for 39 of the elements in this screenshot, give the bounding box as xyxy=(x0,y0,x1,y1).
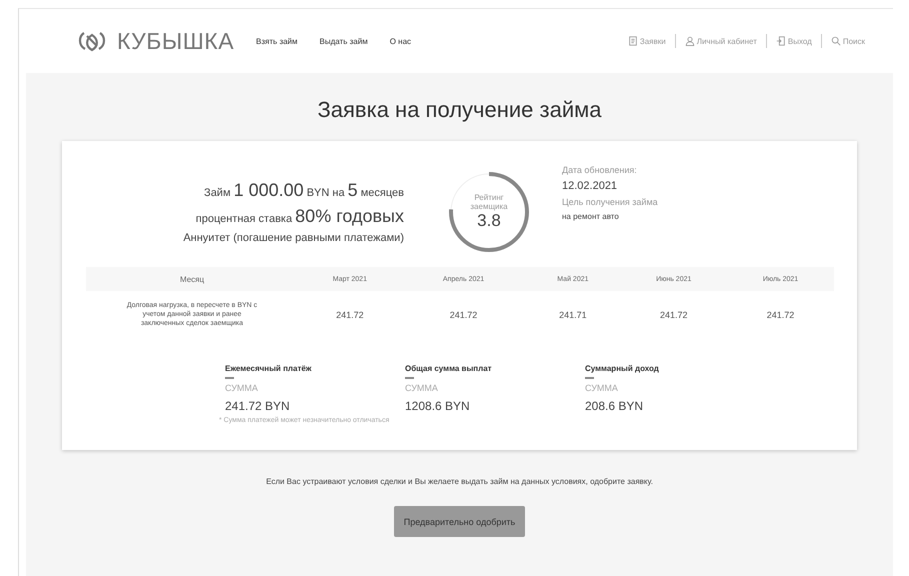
total-value: 1208.6 BYN xyxy=(405,399,471,414)
table-cell: 241.72 xyxy=(727,291,834,338)
logo-text: КУБЫШКА xyxy=(117,28,234,54)
loan-terms: процентная ставка 80% годовых xyxy=(196,206,404,227)
column-header: Месяц xyxy=(86,267,298,291)
header-link[interactable]: Личный кабинет xyxy=(684,36,757,46)
total-title: Суммарный доход xyxy=(585,364,660,374)
table-cell: 241.72 xyxy=(298,291,402,338)
header-link[interactable]: Выход xyxy=(776,36,812,46)
date-label: Дата обновления: xyxy=(562,165,638,175)
loan-purpose: на ремонт авто xyxy=(562,212,620,221)
header-link[interactable]: Заявки xyxy=(628,36,666,46)
update-date: 12.02.2021 xyxy=(562,180,618,192)
nav-link[interactable]: Выдать займ xyxy=(320,36,368,46)
rating-label: Рейтинг заемщика xyxy=(469,193,509,211)
page-title: Заявка на получение займа xyxy=(317,97,602,123)
purpose-label: Цель получения займа xyxy=(562,197,658,207)
loan-terms: Займ 1 000.00 BYN на 5 месяцев xyxy=(204,180,404,201)
total-label: СУММА xyxy=(405,383,439,394)
total-value: 208.6 BYN xyxy=(585,399,644,414)
loan-type: Аннуитет (погашение равными платежами) xyxy=(183,232,404,244)
table-cell: 241.71 xyxy=(525,291,620,338)
rating-value: 3.8 xyxy=(477,211,501,231)
total-title: Общая сумма выплат xyxy=(405,364,493,374)
user-icon xyxy=(684,36,695,46)
table-cell: 241.72 xyxy=(402,291,526,338)
nav-link[interactable]: Взять займ xyxy=(256,36,298,46)
table-cell: 241.72 xyxy=(620,291,728,338)
header-link[interactable]: Поиск xyxy=(830,36,865,46)
document-icon xyxy=(628,36,638,46)
total-value: 241.72 BYN xyxy=(225,399,291,414)
approval-prompt: Если Вас устраивают условия сделки и Вы желаете выдать займ на данных условиях, одобрите заявку. xyxy=(266,477,653,486)
total-label: СУММА xyxy=(225,383,259,394)
search-icon xyxy=(830,36,841,46)
total-title: Ежемесячный платёж xyxy=(225,364,312,374)
total-label: СУММА xyxy=(585,383,619,394)
exit-icon xyxy=(776,36,786,46)
nav-link[interactable]: О нас xyxy=(390,36,412,46)
approve-button[interactable]: Предварительно одобрить xyxy=(394,506,526,538)
